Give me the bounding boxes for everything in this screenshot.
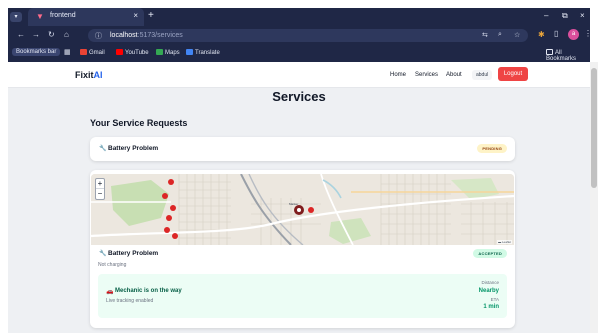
tracking-map[interactable]: Marker + − ▬ Leaflet xyxy=(91,174,514,245)
translate-icon xyxy=(186,49,193,55)
section-title: Your Service Requests xyxy=(90,118,188,128)
wrench-icon: 🔧 xyxy=(99,251,107,257)
tab-search-button[interactable]: ▾ xyxy=(10,12,22,22)
eta-value: 1 min xyxy=(483,304,499,310)
extension-icon[interactable]: ✱ xyxy=(538,30,545,39)
distance-label: Distance xyxy=(481,280,499,285)
restore-button[interactable]: ⧉ xyxy=(562,11,568,21)
logout-button[interactable]: Logout xyxy=(498,67,528,81)
browser-tab-bar: ▾ ▼ frontend × + – ⧉ × xyxy=(8,8,590,26)
menu-icon[interactable]: ⋮ xyxy=(584,29,592,38)
nav-link-services[interactable]: Services xyxy=(415,72,438,78)
page-scrollbar[interactable] xyxy=(590,62,598,333)
map-zoom-control: + − xyxy=(95,178,105,200)
home-icon[interactable]: ⌂ xyxy=(64,30,69,39)
youtube-icon xyxy=(116,49,123,55)
user-name: abdul xyxy=(472,70,493,80)
car-icon: 🚗 xyxy=(106,289,114,295)
folder-icon xyxy=(546,49,553,55)
close-window-button[interactable]: × xyxy=(580,11,585,20)
bookmarks-bar: Bookmarks bar ▦ Gmail YouTube Maps Trans… xyxy=(8,45,590,62)
map-tiles: Marker xyxy=(91,174,514,245)
app-navbar: FixitAI Home Services About abdul Logout xyxy=(8,62,590,88)
gmail-icon xyxy=(80,49,87,55)
bookmark-star-icon[interactable]: ☆ xyxy=(514,31,520,39)
minimize-button[interactable]: – xyxy=(544,11,548,20)
request-description: Not charging xyxy=(98,262,127,268)
site-info-icon[interactable]: ⓘ xyxy=(95,31,102,41)
bookmarks-bar-button[interactable]: Bookmarks bar xyxy=(12,48,61,56)
page: FixitAI Home Services About abdul Logout… xyxy=(8,62,590,333)
translate-icon[interactable]: ⇆ xyxy=(482,31,488,39)
profile-avatar[interactable]: a xyxy=(568,29,579,40)
request-title: Battery Problem xyxy=(108,145,159,152)
forward-icon[interactable]: → xyxy=(32,30,40,39)
request-title: Battery Problem xyxy=(108,250,159,257)
zoom-in-button[interactable]: + xyxy=(96,179,104,189)
distance-value: Nearby xyxy=(478,288,499,294)
apps-grid-icon[interactable]: ▦ xyxy=(64,48,71,56)
svg-text:Marker: Marker xyxy=(289,202,298,206)
url-text: localhost:5173/services xyxy=(110,32,183,39)
request-card: Marker + − ▬ Leaflet 🔧 Battery Problem A… xyxy=(90,170,515,328)
scrollbar-thumb[interactable] xyxy=(591,68,597,188)
tab-title: frontend xyxy=(50,12,76,19)
status-badge: PENDING xyxy=(477,144,507,153)
sidepanel-icon[interactable]: ▯ xyxy=(554,29,558,38)
new-tab-button[interactable]: + xyxy=(148,10,154,21)
logo[interactable]: FixitAI xyxy=(75,70,103,80)
zoom-out-button[interactable]: − xyxy=(96,189,104,199)
status-badge: ACCEPTED xyxy=(473,249,507,258)
tracking-title: Mechanic is on the way xyxy=(115,288,182,294)
eta-label: ETA xyxy=(490,297,499,302)
all-bookmarks-button[interactable]: All Bookmarks xyxy=(546,49,590,62)
back-icon[interactable]: ← xyxy=(17,30,25,39)
address-bar[interactable]: ⓘ localhost:5173/services ⇆ ⌕ ☆ xyxy=(88,29,528,42)
reload-icon[interactable]: ↻ xyxy=(48,30,55,39)
zoom-icon[interactable]: ⌕ xyxy=(498,31,502,39)
browser-tab[interactable]: ▼ frontend × xyxy=(28,8,144,26)
maps-icon xyxy=(156,49,163,55)
tab-close-button[interactable]: × xyxy=(133,11,138,20)
bookmark-maps[interactable]: Maps xyxy=(156,49,180,56)
bookmark-youtube[interactable]: YouTube xyxy=(116,49,149,56)
browser-toolbar: ← → ↻ ⌂ ⓘ localhost:5173/services ⇆ ⌕ ☆ … xyxy=(8,26,592,45)
nav-link-about[interactable]: About xyxy=(446,72,462,78)
nav-link-home[interactable]: Home xyxy=(390,72,406,78)
page-title: Services xyxy=(272,89,326,104)
bookmark-gmail[interactable]: Gmail xyxy=(80,49,105,56)
request-card: 🔧 Battery Problem PENDING xyxy=(90,137,515,161)
tracking-panel: 🚗 Mechanic is on the way Live tracking e… xyxy=(98,274,507,318)
bookmark-translate[interactable]: Translate xyxy=(186,49,220,56)
favicon-icon: ▼ xyxy=(36,12,44,21)
wrench-icon: 🔧 xyxy=(99,146,107,152)
map-attribution[interactable]: ▬ Leaflet xyxy=(497,240,512,244)
tracking-subtitle: Live tracking enabled xyxy=(106,298,154,304)
